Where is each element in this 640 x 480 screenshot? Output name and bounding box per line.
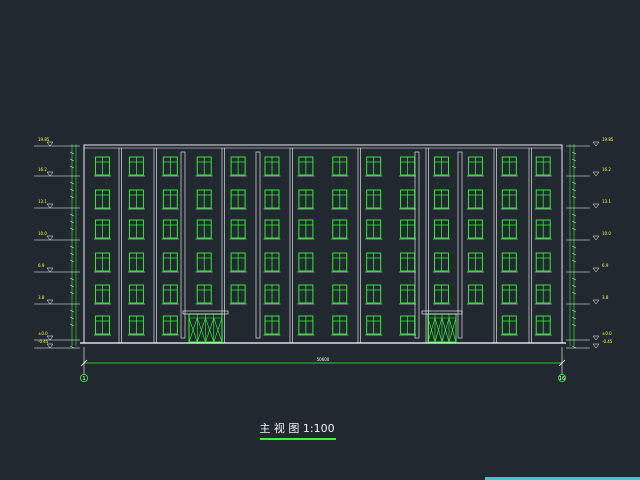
axis-label-left: 1	[82, 376, 85, 382]
level-label: 10.0	[602, 231, 611, 236]
background-fill	[0, 0, 640, 480]
level-label: 19.85	[602, 137, 614, 142]
level-label: 3.8	[38, 295, 45, 300]
background	[0, 0, 640, 480]
drawing-title: 主 视 图 1:100	[259, 421, 334, 435]
level-label: 16.2	[38, 167, 47, 172]
overall-dimension-label: 50600	[317, 357, 330, 362]
level-label: 16.2	[602, 167, 611, 172]
level-label: -0.45	[38, 339, 49, 344]
level-label: -0.45	[602, 339, 613, 344]
level-label: 13.1	[602, 199, 611, 204]
entrance	[421, 310, 463, 343]
level-label: 6.9	[38, 263, 45, 268]
level-label: 19.85	[38, 137, 50, 142]
level-label: ±0.0	[602, 331, 612, 336]
level-label: ±0.0	[38, 331, 48, 336]
level-label: 6.9	[602, 263, 609, 268]
level-label: 3.8	[602, 295, 609, 300]
level-label: 10.0	[38, 231, 47, 236]
elevation-drawing: 19.8516.213.110.06.93.8±0.0-0.45 19.8516…	[0, 0, 640, 480]
axis-label-right: 16	[559, 376, 565, 382]
level-label: 13.1	[38, 199, 47, 204]
